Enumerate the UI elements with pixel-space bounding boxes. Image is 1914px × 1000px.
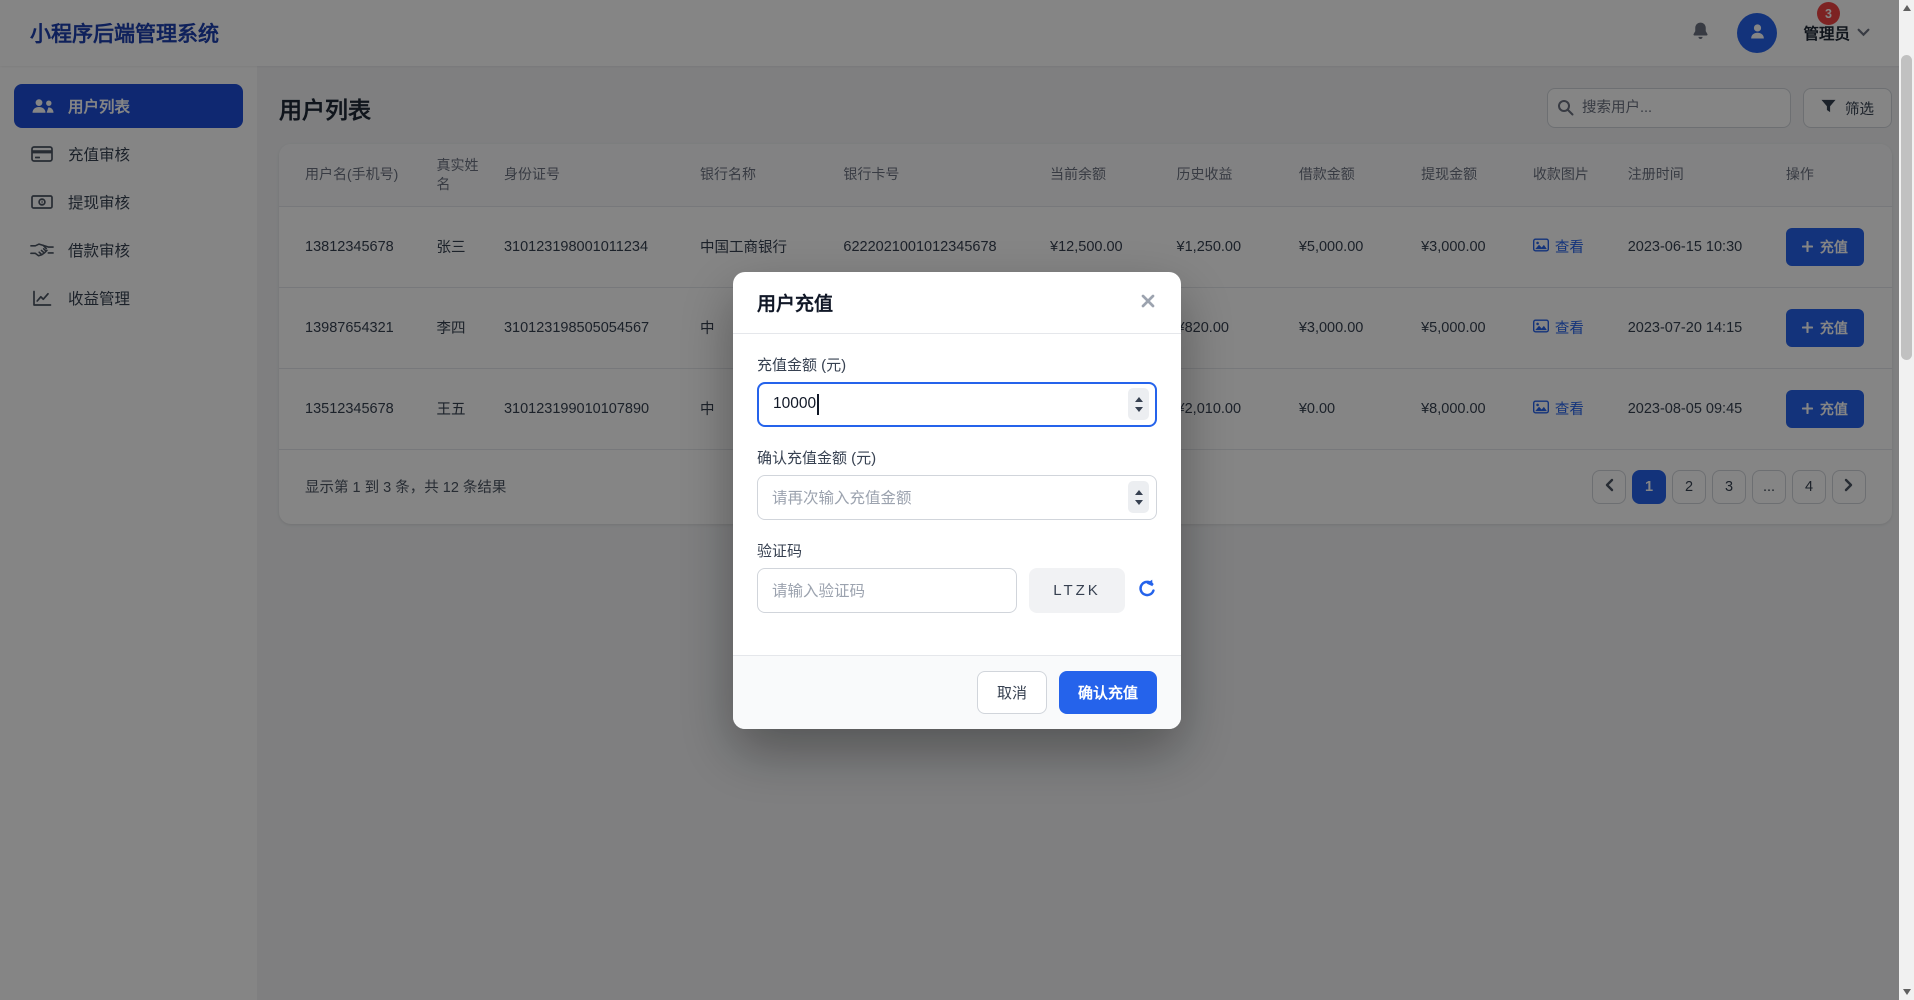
number-spinner[interactable] — [1128, 481, 1149, 513]
scrollbar — [1899, 0, 1914, 1000]
amount-group: 充值金额 (元) 10000 — [757, 354, 1157, 427]
modal-header: 用户充值 — [733, 272, 1181, 334]
captcha-placeholder: 请输入验证码 — [772, 579, 865, 601]
close-button[interactable] — [1139, 292, 1157, 313]
modal-footer: 取消 确认充值 — [733, 655, 1181, 729]
amount-label: 充值金额 (元) — [757, 354, 1157, 375]
scroll-down-icon — [1903, 989, 1911, 995]
confirm-amount-placeholder: 请再次输入充值金额 — [772, 486, 912, 508]
scroll-down-button[interactable] — [1899, 984, 1914, 1000]
amount-input[interactable]: 10000 — [757, 382, 1157, 427]
cancel-button[interactable]: 取消 — [977, 671, 1047, 714]
captcha-code: LTZK — [1029, 568, 1125, 613]
refresh-icon — [1137, 579, 1157, 602]
confirm-amount-group: 确认充值金额 (元) 请再次输入充值金额 — [757, 447, 1157, 520]
close-icon — [1141, 294, 1155, 311]
spinner-up-icon — [1135, 490, 1143, 495]
spinner-down-icon — [1135, 500, 1143, 505]
recharge-modal: 用户充值 充值金额 (元) 10000 — [733, 272, 1181, 729]
spinner-down-icon — [1135, 407, 1143, 412]
captcha-row: 请输入验证码 LTZK — [757, 568, 1157, 613]
number-spinner[interactable] — [1128, 388, 1149, 420]
confirm-amount-input-wrap: 请再次输入充值金额 — [757, 475, 1157, 520]
captcha-label: 验证码 — [757, 540, 1157, 561]
confirm-amount-label: 确认充值金额 (元) — [757, 447, 1157, 468]
captcha-input[interactable]: 请输入验证码 — [757, 568, 1017, 613]
scroll-up-icon — [1903, 5, 1911, 11]
modal-title: 用户充值 — [757, 289, 833, 316]
scrollbar-thumb[interactable] — [1901, 55, 1912, 360]
modal-body: 充值金额 (元) 10000 确认充值金额 (元) 请再次输入充值金额 — [733, 334, 1181, 637]
amount-input-wrap: 10000 — [757, 382, 1157, 427]
text-caret — [817, 394, 819, 415]
amount-value: 10000 — [773, 395, 816, 413]
refresh-captcha-button[interactable] — [1137, 579, 1157, 602]
confirm-recharge-button[interactable]: 确认充值 — [1059, 671, 1157, 714]
modal-layer: 用户充值 充值金额 (元) 10000 — [0, 0, 1914, 1000]
spinner-up-icon — [1135, 397, 1143, 402]
captcha-group: 验证码 请输入验证码 LTZK — [757, 540, 1157, 613]
scroll-up-button[interactable] — [1899, 0, 1914, 16]
confirm-amount-input[interactable]: 请再次输入充值金额 — [757, 475, 1157, 520]
